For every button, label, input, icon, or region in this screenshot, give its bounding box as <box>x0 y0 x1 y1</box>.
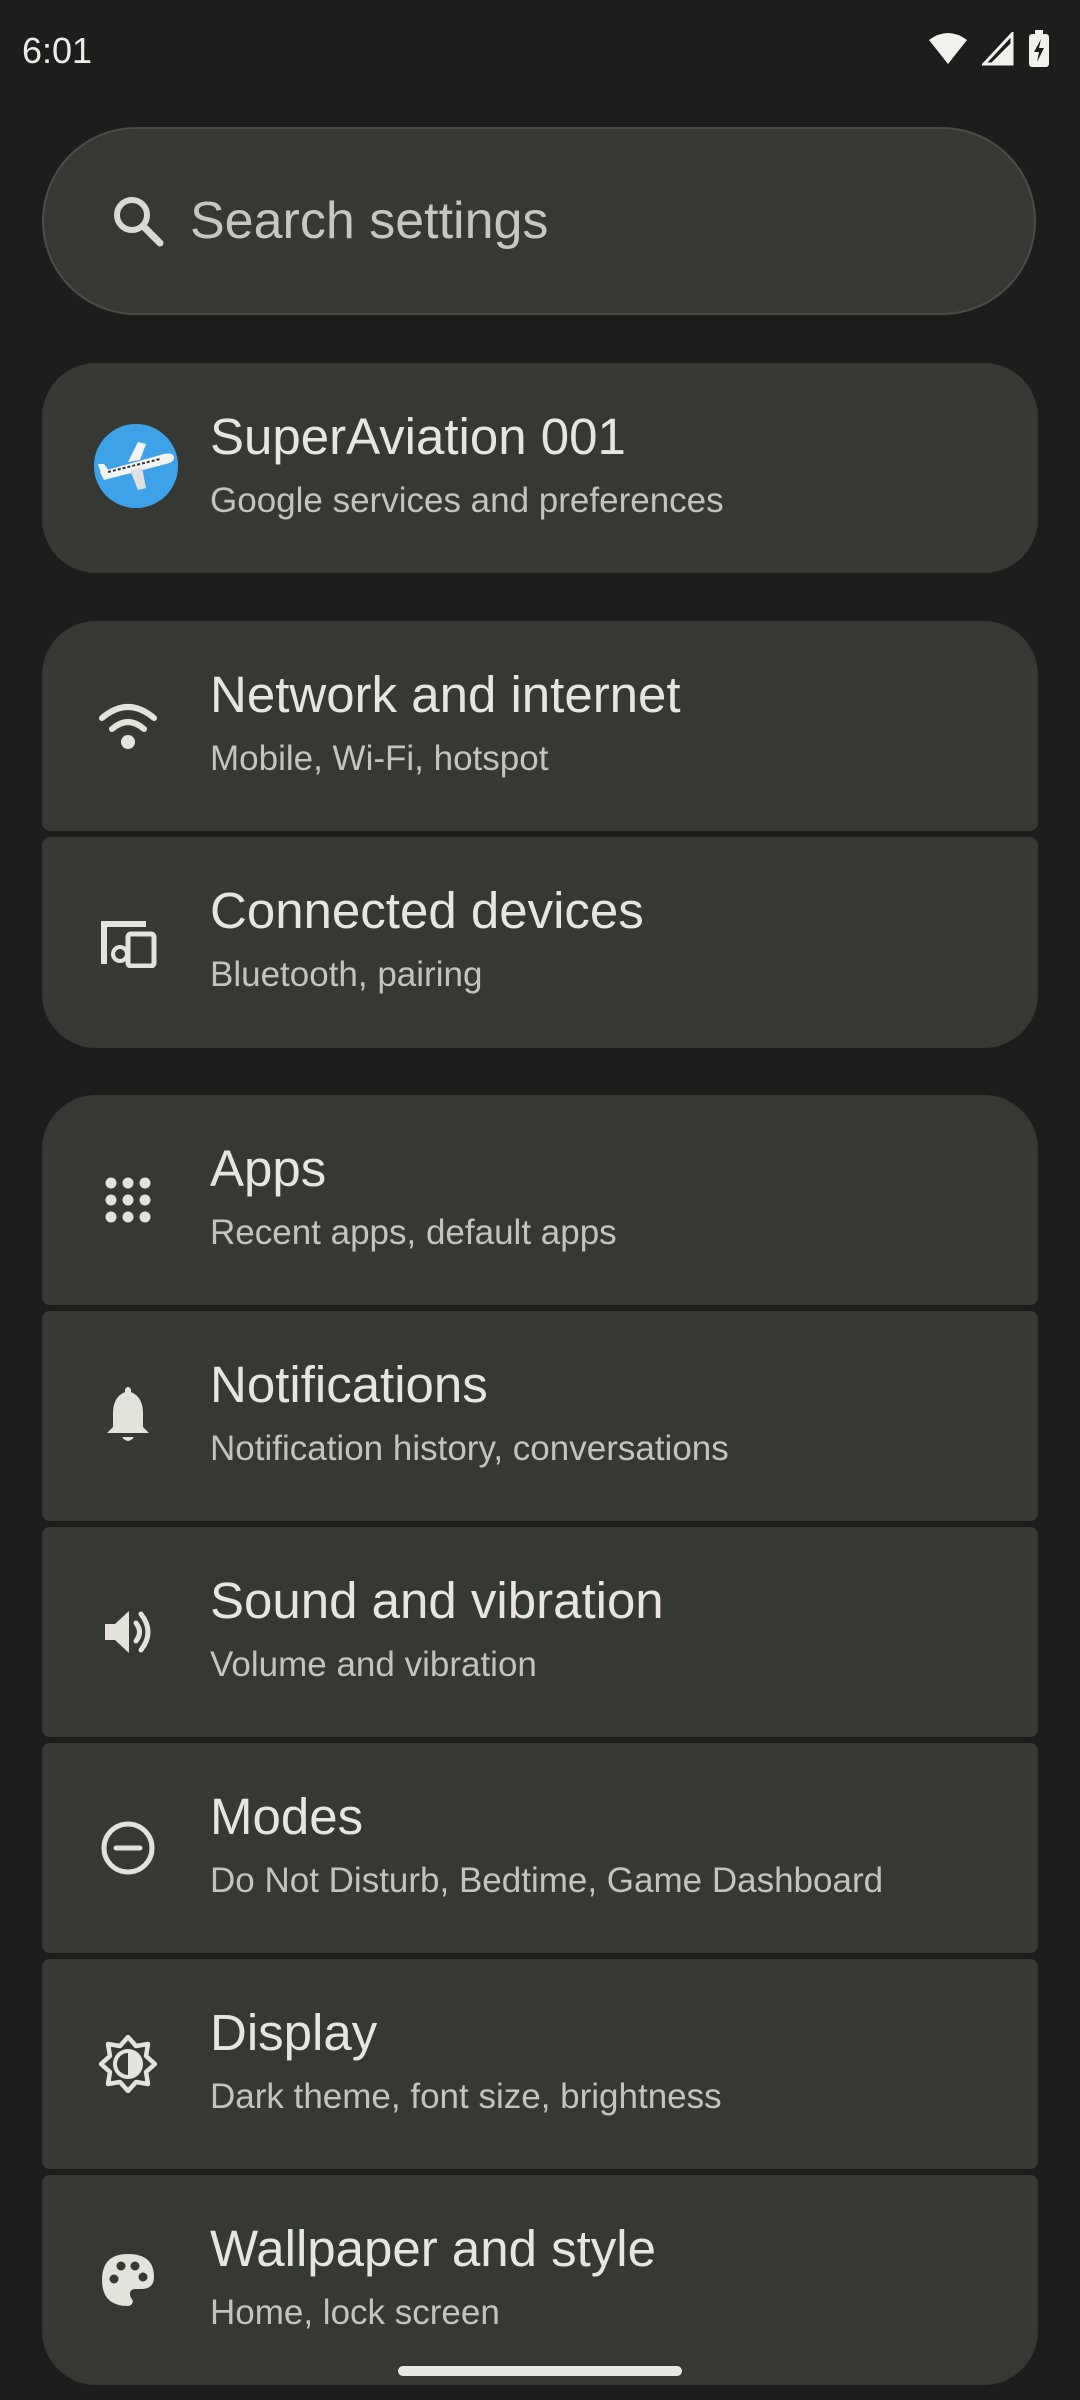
search-placeholder: Search settings <box>190 192 549 250</box>
settings-item-subtitle: Do Not Disturb, Bedtime, Game Dashboard <box>210 1861 884 1900</box>
status-bar: 6:01 <box>0 0 1080 100</box>
settings-item-subtitle: Notification history, conversations <box>210 1429 729 1468</box>
cell-signal-icon <box>982 32 1014 66</box>
search-icon <box>110 193 166 249</box>
palette-icon <box>96 2248 160 2312</box>
settings-item-sound[interactable]: Sound and vibration Volume and vibration <box>42 1527 1038 1737</box>
settings-item-title: Network and internet <box>210 666 681 723</box>
settings-item-connected-devices[interactable]: Connected devices Bluetooth, pairing <box>42 837 1038 1048</box>
settings-item-title: Sound and vibration <box>210 1572 664 1629</box>
settings-item-title: Connected devices <box>210 882 644 939</box>
gesture-navigation-handle[interactable] <box>398 2366 682 2376</box>
settings-item-title: Apps <box>210 1140 327 1197</box>
settings-item-subtitle: Volume and vibration <box>210 1645 537 1684</box>
settings-item-notifications[interactable]: Notifications Notification history, conv… <box>42 1311 1038 1521</box>
status-icons <box>928 30 1050 68</box>
wifi-icon <box>928 32 968 66</box>
settings-item-title: Modes <box>210 1788 364 1845</box>
status-time: 6:01 <box>22 30 93 71</box>
settings-item-subtitle: Home, lock screen <box>210 2293 500 2332</box>
apps-grid-icon <box>96 1168 160 1232</box>
settings-group-device: Apps Recent apps, default apps Notificat… <box>42 1095 1038 2385</box>
battery-charging-icon <box>1028 30 1050 68</box>
settings-item-wallpaper[interactable]: Wallpaper and style Home, lock screen <box>42 2175 1038 2385</box>
settings-item-apps[interactable]: Apps Recent apps, default apps <box>42 1095 1038 1305</box>
settings-item-title: Wallpaper and style <box>210 2220 657 2277</box>
settings-group-connectivity: Network and internet Mobile, Wi‑Fi, hots… <box>42 621 1038 1048</box>
settings-item-display[interactable]: Display Dark theme, font size, brightnes… <box>42 1959 1038 2169</box>
settings-item-network[interactable]: Network and internet Mobile, Wi‑Fi, hots… <box>42 621 1038 831</box>
settings-item-subtitle: Dark theme, font size, brightness <box>210 2077 722 2116</box>
airplane-icon <box>94 424 178 508</box>
do-not-disturb-icon <box>96 1816 160 1880</box>
wifi-icon <box>96 694 160 758</box>
brightness-icon <box>96 2032 160 2096</box>
settings-item-title: Notifications <box>210 1356 488 1413</box>
settings-item-subtitle: Mobile, Wi‑Fi, hotspot <box>210 739 549 778</box>
settings-item-modes[interactable]: Modes Do Not Disturb, Bedtime, Game Dash… <box>42 1743 1038 1953</box>
account-card-group: SuperAviation 001 Google services and pr… <box>42 363 1038 573</box>
settings-item-title: Display <box>210 2004 378 2061</box>
devices-icon <box>96 911 160 975</box>
bell-icon <box>96 1384 160 1448</box>
account-name: SuperAviation 001 <box>210 408 626 465</box>
settings-item-subtitle: Bluetooth, pairing <box>210 955 483 994</box>
search-settings-bar[interactable]: Search settings <box>42 127 1036 315</box>
settings-item-subtitle: Recent apps, default apps <box>210 1213 617 1252</box>
volume-icon <box>96 1600 160 1664</box>
account-avatar <box>94 424 178 508</box>
account-subtitle: Google services and preferences <box>210 481 724 520</box>
account-card[interactable]: SuperAviation 001 Google services and pr… <box>42 363 1038 573</box>
